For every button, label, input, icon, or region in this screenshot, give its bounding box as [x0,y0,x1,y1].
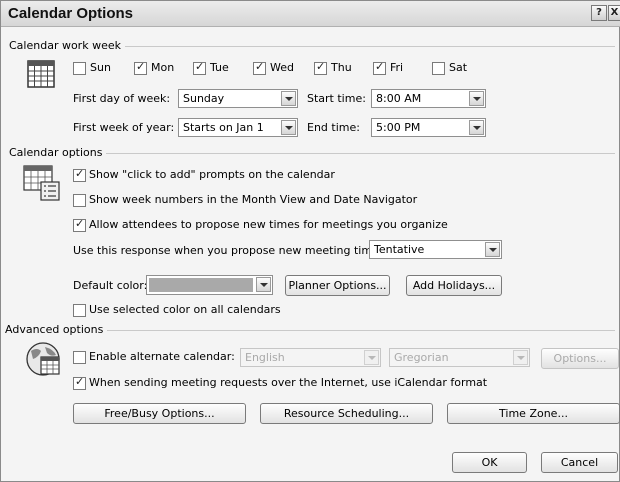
start-time-select[interactable]: 8:00 AM [371,89,486,108]
day-label-thu: Thu [331,61,352,74]
chevron-down-icon [364,350,379,365]
ok-button[interactable]: OK [452,452,527,473]
cancel-button[interactable]: Cancel [541,452,618,473]
chevron-down-icon [281,91,296,106]
end-time-value: 5:00 PM [376,121,421,134]
day-checkbox-sat[interactable] [432,62,445,75]
first-day-label: First day of week: [73,92,171,105]
add-holidays-button[interactable]: Add Holidays... [406,275,502,296]
first-week-select[interactable]: Starts on Jan 1 [178,118,298,137]
default-color-select[interactable] [146,275,273,295]
day-checkbox-tue[interactable] [193,60,206,75]
work-week-section-label: Calendar work week [9,39,125,52]
week-numbers-checkbox[interactable] [73,194,86,207]
response-select[interactable]: Tentative [369,240,502,259]
day-label-mon: Mon [151,61,175,74]
calendar-grid-icon [27,60,55,88]
advanced-options-section-label: Advanced options [5,323,108,336]
start-time-value: 8:00 AM [376,92,422,105]
icalendar-label: When sending meeting requests over the I… [89,376,488,389]
click-to-add-label: Show "click to add" prompts on the calen… [89,168,335,181]
click-to-add-checkbox[interactable] [73,167,86,182]
day-checkbox-thu[interactable] [314,60,327,75]
start-time-label: Start time: [307,92,366,105]
chevron-down-icon [469,120,484,135]
day-checkbox-wed[interactable] [253,60,266,75]
chevron-down-icon [281,120,296,135]
chevron-down-icon [485,242,500,257]
day-checkbox-sun[interactable] [73,62,86,75]
end-time-label: End time: [307,121,360,134]
alternate-calendar-options-button[interactable]: Options... [541,348,619,369]
first-day-select[interactable]: Sunday [178,89,298,108]
chevron-down-icon [469,91,484,106]
calendar-options-section-label: Calendar options [9,146,107,159]
icalendar-checkbox[interactable] [73,375,86,390]
calendar-options-dialog: Calendar Options ? X Calendar work week … [0,0,620,482]
allow-propose-checkbox[interactable] [73,217,86,232]
free-busy-options-button[interactable]: Free/Busy Options... [73,403,246,424]
first-day-value: Sunday [183,92,225,105]
alternate-calendar-label: Enable alternate calendar: [89,350,235,363]
title-bar: Calendar Options ? X [1,1,620,27]
globe-calendar-icon [26,342,60,376]
response-label: Use this response when you propose new m… [73,244,389,257]
color-swatch [149,278,253,292]
chevron-down-icon [256,277,271,292]
chevron-down-icon [513,350,528,365]
alternate-calendar-type-select[interactable]: Gregorian [389,348,530,367]
close-button[interactable]: X [608,5,620,21]
week-numbers-label: Show week numbers in the Month View and … [89,193,418,206]
help-button[interactable]: ? [591,5,607,21]
response-value: Tentative [374,243,425,256]
default-color-label: Default color: [73,279,148,292]
first-week-label: First week of year: [73,121,175,134]
alternate-calendar-checkbox[interactable] [73,351,86,364]
dialog-title: Calendar Options [8,5,134,22]
selected-color-label: Use selected color on all calendars [89,303,281,316]
selected-color-checkbox[interactable] [73,304,86,317]
day-checkbox-fri[interactable] [373,60,386,75]
day-label-wed: Wed [270,61,294,74]
resource-scheduling-button[interactable]: Resource Scheduling... [260,403,433,424]
day-label-fri: Fri [390,61,404,74]
day-checkbox-mon[interactable] [134,60,147,75]
alternate-language-value: English [245,351,285,364]
alternate-calendar-type-value: Gregorian [394,351,449,364]
planner-options-button[interactable]: Planner Options... [285,275,390,296]
first-week-value: Starts on Jan 1 [183,121,264,134]
allow-propose-label: Allow attendees to propose new times for… [89,218,448,231]
day-label-sat: Sat [449,61,468,74]
day-label-sun: Sun [90,61,111,74]
end-time-select[interactable]: 5:00 PM [371,118,486,137]
alternate-language-select[interactable]: English [240,348,381,367]
calendar-options-icon [23,165,60,201]
time-zone-button[interactable]: Time Zone... [447,403,620,424]
day-label-tue: Tue [210,61,229,74]
